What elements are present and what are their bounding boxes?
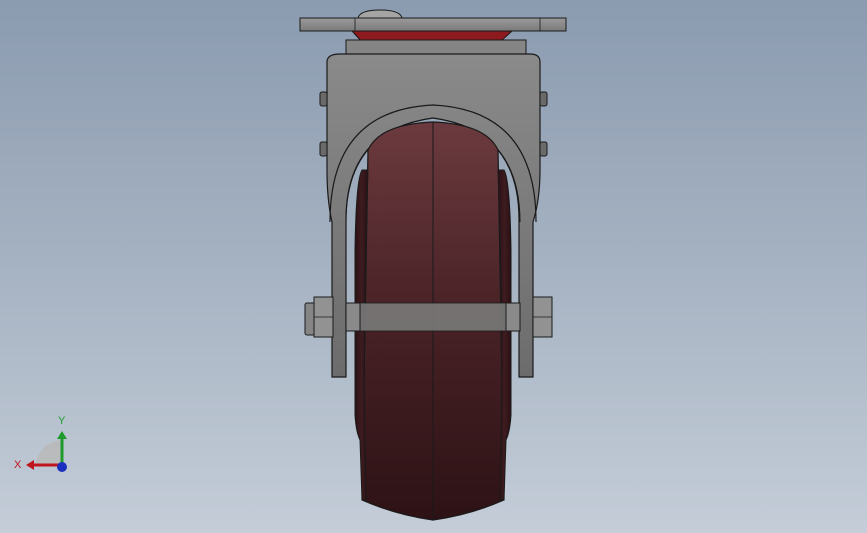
top-mounting-plate[interactable]	[299, 9, 567, 32]
axle-nut-right[interactable]	[532, 296, 553, 338]
swivel-bearing-race[interactable]	[345, 30, 527, 55]
y-axis-arrowhead	[57, 431, 67, 439]
x-axis-label: X	[14, 459, 22, 471]
x-axis-arrowhead	[26, 460, 34, 470]
caster-wheel-model[interactable]	[0, 0, 867, 533]
reference-triad: X Y	[14, 415, 67, 472]
axle-nut-left[interactable]	[304, 296, 334, 338]
axle-assembly[interactable]	[345, 302, 521, 332]
triad-xy-plane	[35, 440, 62, 465]
z-axis-indicator	[57, 462, 67, 472]
y-axis-label: Y	[58, 415, 66, 427]
graphics-viewport[interactable]: X Y	[0, 0, 867, 533]
